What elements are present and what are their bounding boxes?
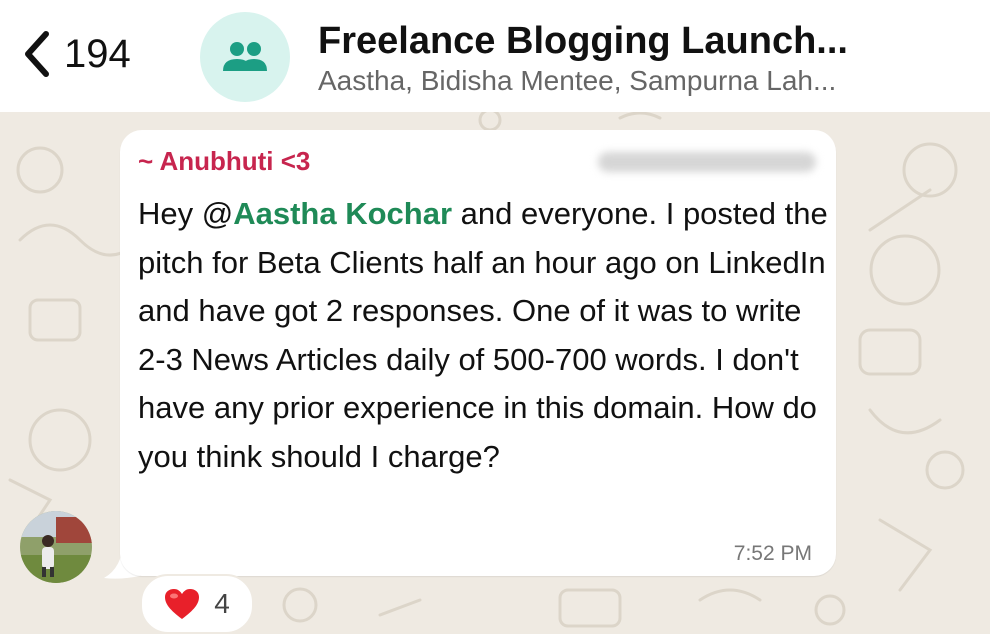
message-text-start: Hey @ xyxy=(138,196,234,231)
message-timestamp: 7:52 PM xyxy=(733,542,812,565)
reaction-count: 4 xyxy=(214,588,230,619)
sender-name[interactable]: ~ Anubhuti <3 xyxy=(138,146,310,177)
unread-count: 194 xyxy=(64,31,131,76)
mention-link[interactable]: Aastha Kochar xyxy=(233,196,452,231)
reaction-pill[interactable]: 4 xyxy=(140,574,254,634)
message-text-rest: and everyone. I posted the pitch for Bet… xyxy=(138,196,828,474)
redacted-phone-number xyxy=(598,152,816,172)
message-text: Hey @Aastha Kochar and everyone. I poste… xyxy=(138,190,828,481)
message-bubble[interactable]: ~ Anubhuti <3 Hey @Aastha Kochar and eve… xyxy=(120,130,836,576)
heart-icon xyxy=(165,589,200,619)
chat-title[interactable]: Freelance Blogging Launch... xyxy=(318,20,848,63)
chevron-left-icon xyxy=(25,31,49,77)
group-avatar[interactable] xyxy=(200,12,290,102)
sender-avatar[interactable] xyxy=(20,511,92,583)
chat-participants[interactable]: Aastha, Bidisha Mentee, Sampurna Lah... xyxy=(318,65,836,97)
group-icon xyxy=(223,42,267,71)
profile-photo xyxy=(20,511,92,583)
back-button[interactable]: 194 xyxy=(18,26,131,82)
chat-header: 194 Freelance Blogging Launch... Aastha,… xyxy=(0,0,990,112)
